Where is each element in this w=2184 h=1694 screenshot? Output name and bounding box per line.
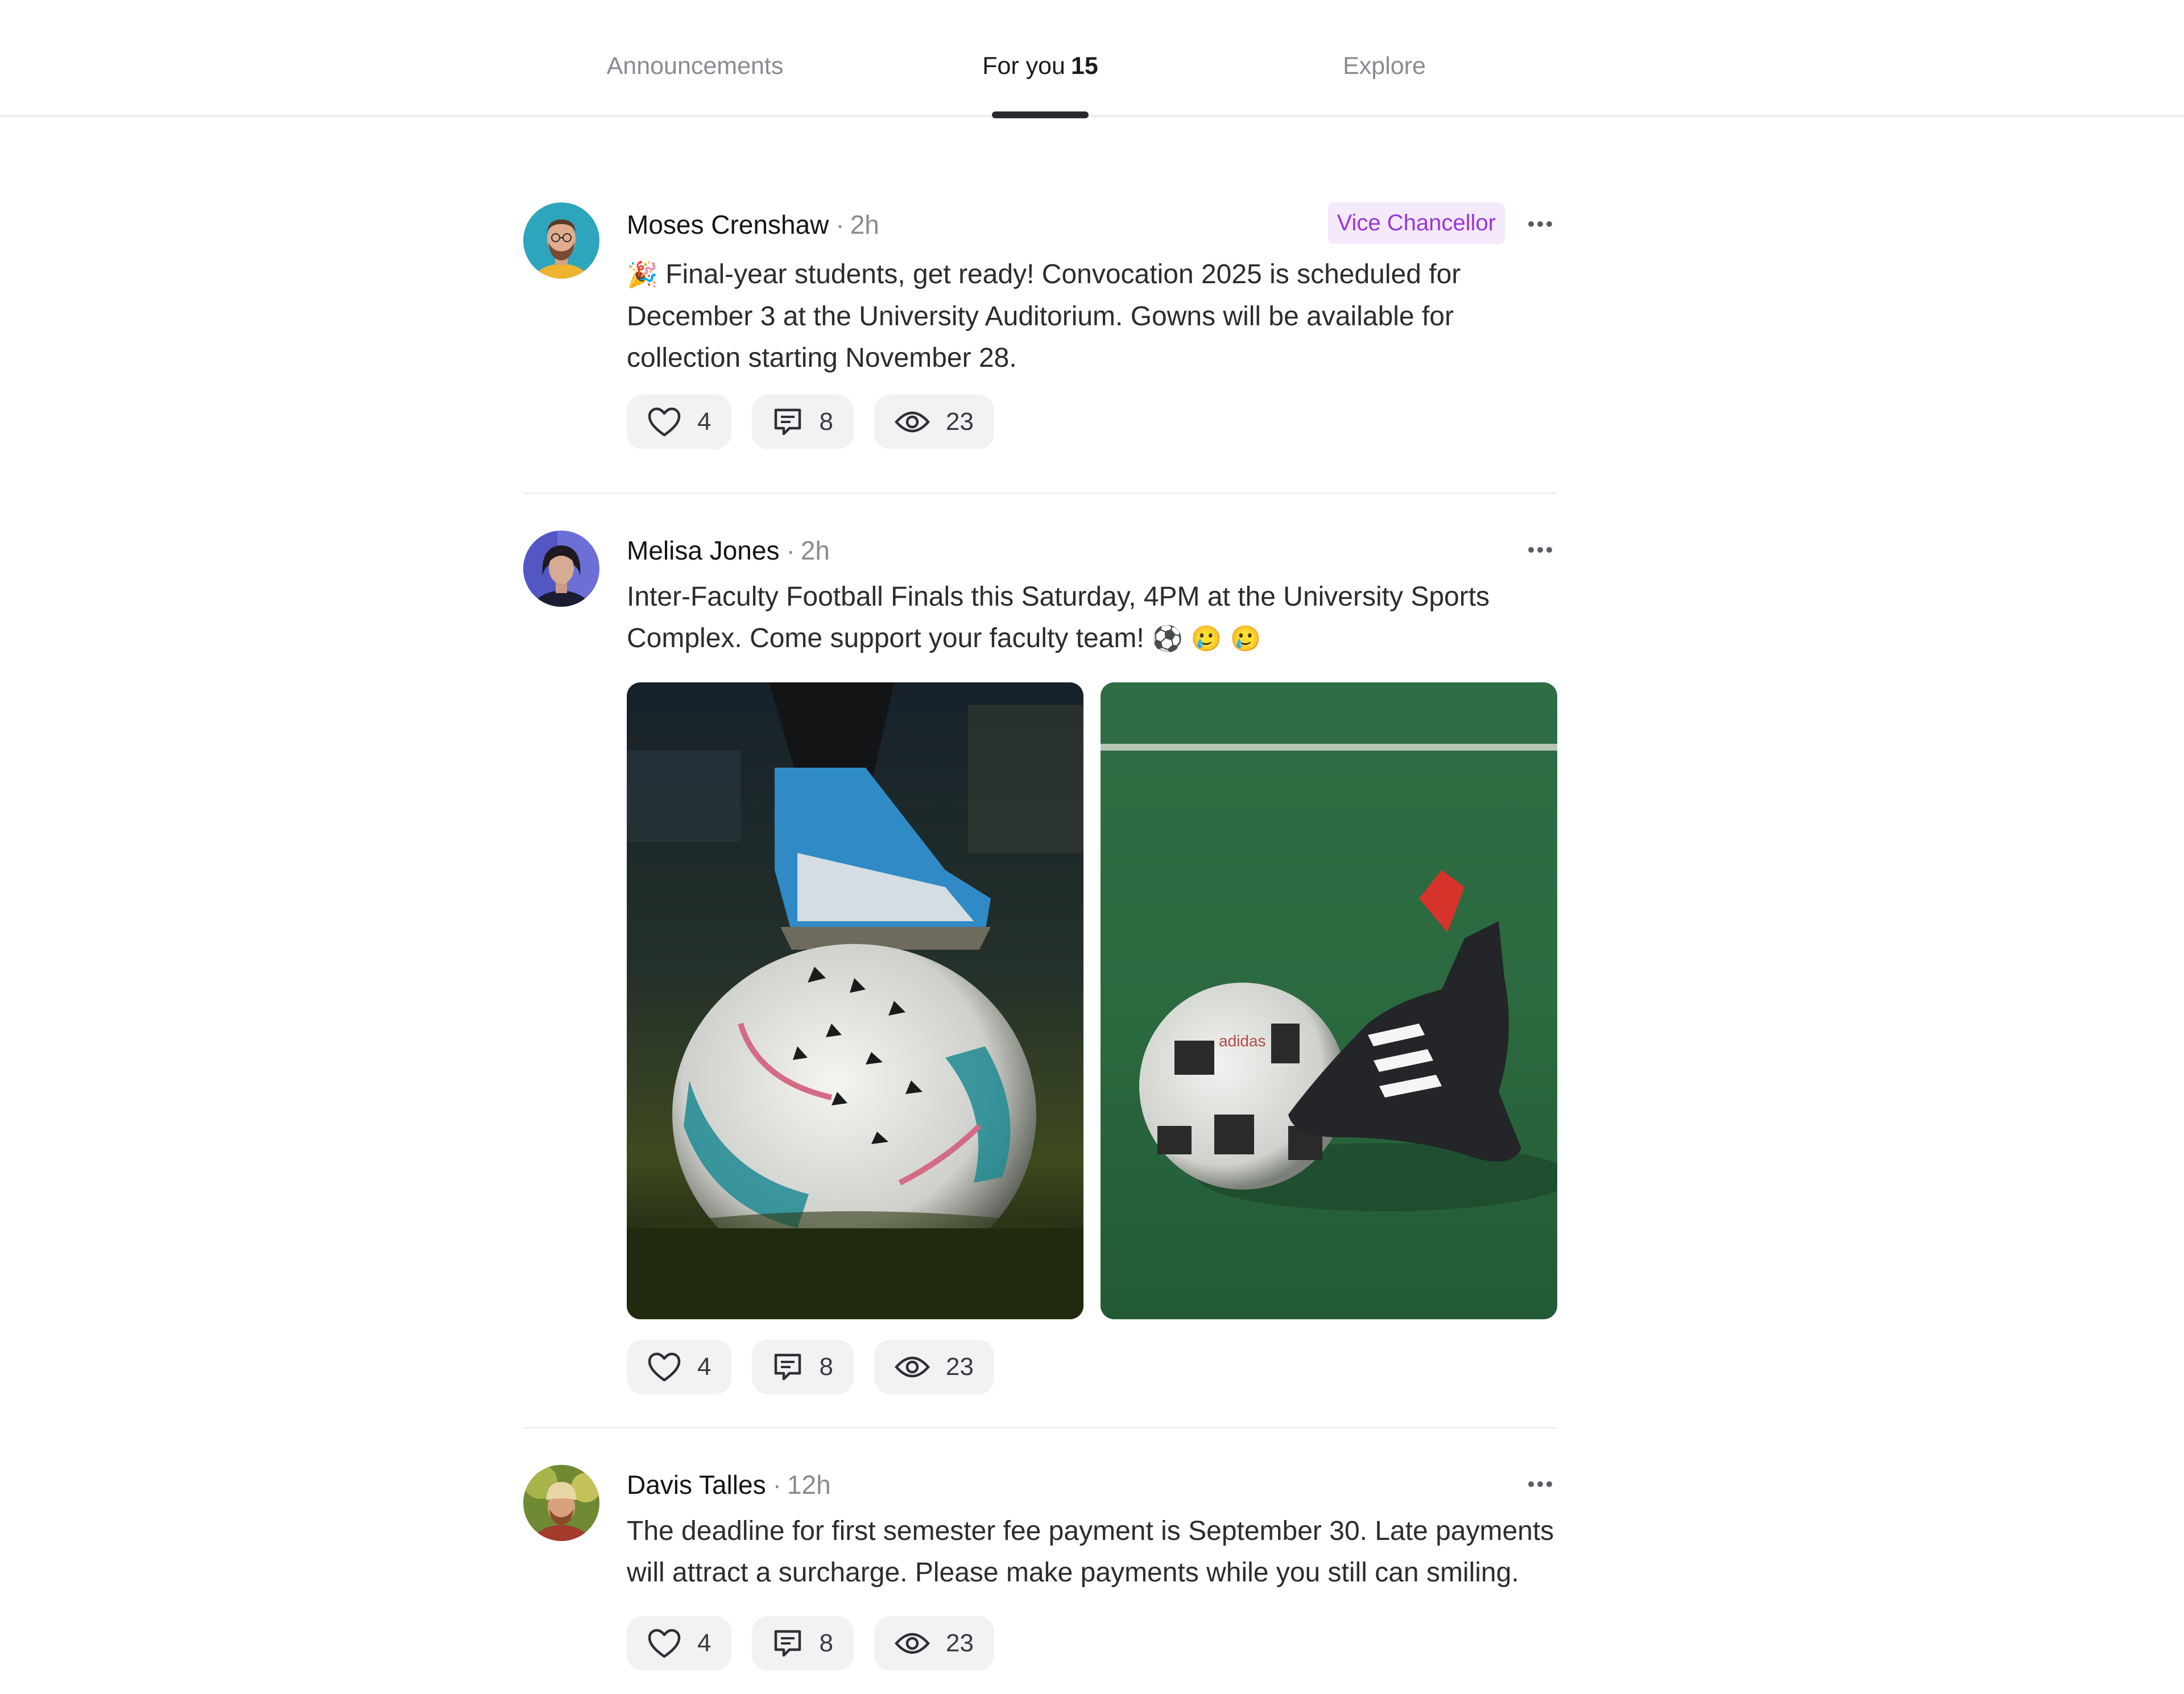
post-body: Moses Crenshaw · 2h Vice Chancellor 🎉 Fi… [627, 199, 1557, 449]
avatar-image [523, 531, 599, 607]
more-options-button[interactable] [1523, 540, 1557, 560]
author-name[interactable]: Moses Crenshaw [627, 209, 829, 240]
eye-icon [894, 1633, 930, 1654]
like-button[interactable]: 4 [627, 1616, 732, 1671]
tab-announcements[interactable]: Announcements [607, 52, 784, 80]
views-button[interactable]: 23 [874, 1616, 994, 1671]
comment-button[interactable]: 8 [752, 1616, 854, 1671]
more-dot-icon [1528, 547, 1534, 553]
comment-count: 8 [819, 408, 833, 436]
active-tab-indicator [992, 111, 1089, 118]
heart-icon [648, 407, 681, 437]
comment-count: 8 [819, 1353, 833, 1381]
post-text: 🎉 Final-year students, get ready! Convoc… [627, 254, 1557, 379]
more-dot-icon [1537, 547, 1543, 553]
post-text: Inter-Faculty Football Finals this Satur… [627, 576, 1557, 660]
tab-count-badge: 15 [1070, 52, 1098, 80]
avatar-image [523, 1465, 599, 1541]
comment-icon [775, 1353, 801, 1381]
post-card: Moses Crenshaw · 2h Vice Chancellor 🎉 Fi… [523, 199, 1557, 492]
comment-button[interactable]: 8 [752, 395, 854, 449]
comment-count: 8 [819, 1629, 833, 1657]
eye-icon [894, 1356, 930, 1378]
separator-dot: · [772, 1470, 781, 1500]
post-text: The deadline for first semester fee paym… [627, 1516, 1554, 1588]
post-time: 2h [800, 536, 830, 565]
tab-for-you[interactable]: For you 15 [982, 52, 1098, 80]
view-count: 23 [945, 408, 974, 436]
emoji-group: ⚽ 🥲 🥲 [1152, 624, 1261, 653]
post-card: Davis Talles · 12h The deadline for firs… [523, 1427, 1557, 1694]
role-badge: Vice Chancellor [1327, 202, 1505, 244]
avatar[interactable] [523, 202, 599, 279]
post-header: Davis Talles · 12h [627, 1459, 1557, 1510]
author-name[interactable]: Davis Talles [627, 1469, 766, 1500]
post-time: 12h [787, 1470, 831, 1500]
tab-label: Explore [1343, 52, 1426, 80]
views-button[interactable]: 23 [874, 395, 994, 449]
post-text-content: Inter-Faculty Football Finals this Satur… [627, 582, 1490, 653]
eye-icon [894, 411, 930, 433]
like-button[interactable]: 4 [627, 1340, 732, 1394]
tab-label: For you [982, 52, 1065, 80]
post-image-gallery: adidas [627, 682, 1557, 1319]
tab-explore[interactable]: Explore [1343, 52, 1426, 80]
more-options-button[interactable] [1523, 214, 1557, 234]
view-count: 23 [945, 1629, 974, 1657]
more-dot-icon [1546, 547, 1552, 553]
football-foot-photo [627, 682, 1083, 1319]
party-popper-icon: 🎉 [627, 260, 658, 289]
heart-icon [648, 1352, 681, 1382]
ball-and-boot-photo: adidas [1101, 682, 1557, 1319]
avatar-image [523, 202, 599, 279]
avatar[interactable] [523, 531, 599, 607]
post-body: Melisa Jones · 2h Inter-Faculty Football… [627, 525, 1557, 1394]
post-body: Davis Talles · 12h The deadline for firs… [627, 1459, 1557, 1671]
post-image-ball-and-boot[interactable]: adidas [1101, 682, 1557, 1319]
like-count: 4 [697, 1629, 712, 1657]
post-card: Melisa Jones · 2h Inter-Faculty Football… [523, 492, 1557, 1427]
more-options-button[interactable] [1523, 1474, 1557, 1494]
views-button[interactable]: 23 [874, 1340, 994, 1394]
avatar[interactable] [523, 1465, 599, 1541]
post-actions: 4 8 23 [627, 395, 1557, 449]
comment-icon [775, 1630, 801, 1657]
more-dot-icon [1528, 1481, 1534, 1487]
svg-text:adidas: adidas [1219, 1032, 1266, 1050]
post-image-football-foot[interactable] [627, 682, 1083, 1319]
post-time: 2h [850, 210, 879, 239]
more-dot-icon [1537, 1481, 1543, 1487]
author-name[interactable]: Melisa Jones [627, 535, 779, 566]
like-count: 4 [697, 1353, 712, 1381]
comment-icon [775, 408, 801, 436]
heart-icon [648, 1629, 681, 1658]
separator-dot: · [835, 210, 845, 239]
more-dot-icon [1546, 221, 1552, 227]
like-button[interactable]: 4 [627, 395, 732, 449]
tab-label: Announcements [606, 52, 784, 80]
like-count: 4 [697, 408, 712, 436]
post-feed: Moses Crenshaw · 2h Vice Chancellor 🎉 Fi… [523, 199, 1557, 1694]
more-dot-icon [1537, 221, 1543, 227]
view-count: 23 [945, 1353, 974, 1381]
more-dot-icon [1528, 221, 1534, 227]
post-text-content: Final-year students, get ready! Convocat… [627, 259, 1461, 373]
feed-tabs: Announcements For you 15 Explore [0, 0, 2184, 118]
comment-button[interactable]: 8 [752, 1340, 854, 1394]
more-dot-icon [1546, 1481, 1552, 1487]
post-actions: 4 8 23 [627, 1340, 1557, 1394]
separator-dot: · [786, 536, 795, 565]
post-header: Melisa Jones · 2h [627, 525, 1557, 576]
post-actions: 4 8 23 [627, 1616, 1557, 1671]
